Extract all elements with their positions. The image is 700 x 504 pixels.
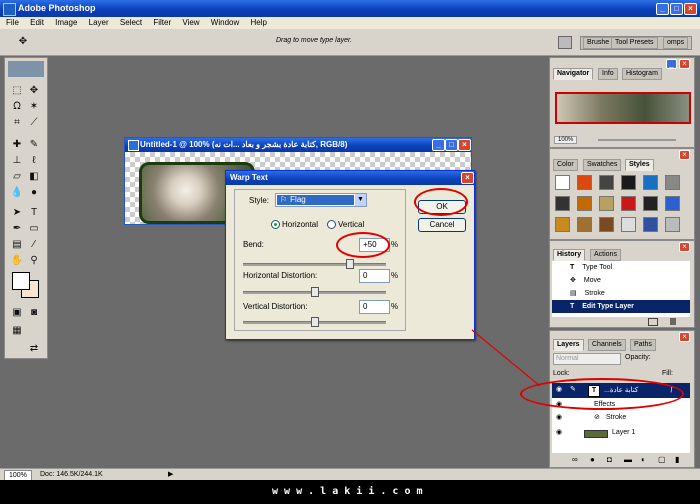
annotation-arrow-line	[471, 329, 541, 387]
